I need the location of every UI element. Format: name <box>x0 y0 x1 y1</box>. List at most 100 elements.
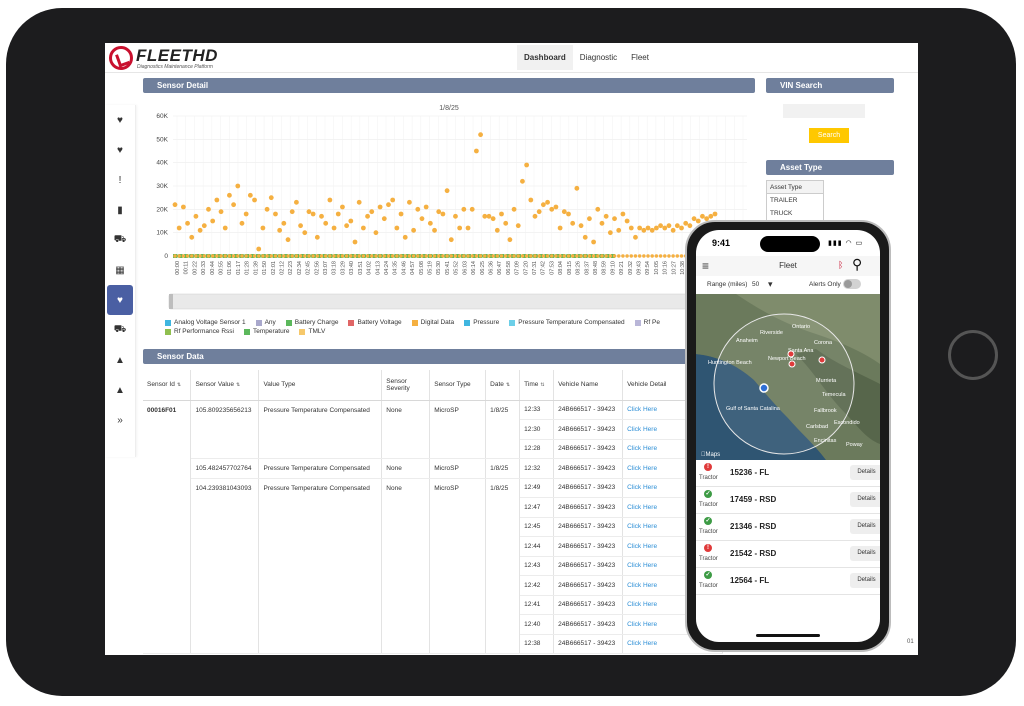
digital-data-point <box>436 209 442 215</box>
scrollbar-left-handle[interactable] <box>169 294 173 309</box>
vehicle-row[interactable]: ! Tractor 21542 - RSD Details <box>696 541 880 568</box>
range-circle <box>713 313 855 455</box>
digital-data-point <box>373 230 379 236</box>
digital-data-zero-point <box>587 254 592 258</box>
vehicle-row[interactable]: ✓ Tractor 17459 - RSD Details <box>696 487 880 514</box>
column-header[interactable]: Time ⇅ <box>519 370 555 401</box>
legend-item[interactable]: Temperature <box>243 328 290 335</box>
current-location-marker[interactable] <box>759 383 769 393</box>
column-header[interactable]: Sensor Id ⇅ <box>143 370 192 401</box>
digital-data-zero-point <box>642 254 646 258</box>
vin-search-input[interactable] <box>783 104 865 118</box>
sidebar-item-10[interactable]: ▲ <box>105 375 135 405</box>
asset-type-header: Asset Type <box>766 160 894 175</box>
search-button[interactable]: Search <box>809 128 849 143</box>
vehicle-alert-marker[interactable] <box>818 356 826 364</box>
digital-data-zero-point <box>190 254 194 258</box>
sidebar-item-4[interactable]: ▮ <box>105 195 135 225</box>
sidebar-item-5[interactable]: ⛟ <box>105 225 135 255</box>
bluetooth-icon[interactable]: ᛒ <box>838 260 843 270</box>
digital-data-zero-point <box>625 254 629 258</box>
tab-dashboard[interactable]: Dashboard <box>517 45 573 70</box>
fleet-map[interactable]: Riverside Santa Ana Anaheim Ontario Corona Mu… <box>696 294 880 460</box>
sort-filter-icon[interactable]: ⇅ <box>177 382 181 388</box>
digital-data-zero-point <box>637 254 642 258</box>
status-icons: ▮▮▮ ◠ ▭ <box>828 239 863 247</box>
details-button[interactable]: Details <box>850 519 880 534</box>
tablet-home-button[interactable] <box>948 330 998 380</box>
x-tick-label: 06:36 <box>488 261 494 275</box>
details-button[interactable]: Details <box>850 546 880 561</box>
sidebar-item-9[interactable]: ▲ <box>105 345 135 375</box>
vehicle-row[interactable]: ! Tractor 15236 - FL Details <box>696 460 880 487</box>
digital-data-point <box>486 213 492 219</box>
column-header[interactable]: Vehicle Name <box>553 370 624 401</box>
x-tick-label: 06:25 <box>480 261 486 275</box>
vehicle-alert-marker[interactable] <box>787 350 795 358</box>
legend-label: Battery Voltage <box>357 319 402 326</box>
legend-item[interactable]: Any <box>255 319 276 326</box>
digital-data-zero-point <box>407 254 412 258</box>
caret-down-icon[interactable]: ▾ <box>768 279 773 290</box>
column-header[interactable]: Sensor Type <box>429 370 487 401</box>
vehicle-alert-marker[interactable] <box>788 360 796 368</box>
vehicle-row[interactable]: ✓ Tractor 12564 - FL Details <box>696 568 880 595</box>
dynamic-island <box>760 236 820 252</box>
details-button[interactable]: Details <box>850 465 880 480</box>
time-cell: 12:30 <box>519 419 555 440</box>
column-header[interactable]: Date ⇅ <box>485 370 521 401</box>
brand-tagline: Diagnostics Maintenance Platform <box>137 64 213 70</box>
digital-data-zero-point <box>277 254 282 258</box>
digital-data-zero-point <box>516 254 520 258</box>
x-tick-label: 03:07 <box>323 261 329 275</box>
digital-data-zero-point <box>311 254 315 258</box>
vehicle-name-cell: 24B666517 - 39423 <box>553 614 624 635</box>
details-button[interactable]: Details <box>850 573 880 588</box>
legend-item[interactable]: Pressure Temperature Compensated <box>509 319 625 326</box>
sidebar-item-1[interactable]: ♥ <box>105 105 135 135</box>
sidebar-item-7[interactable]: ♥ <box>107 285 133 315</box>
sort-filter-icon[interactable]: ⇅ <box>236 382 240 388</box>
legend-item[interactable]: TMLV <box>299 328 325 335</box>
range-value[interactable]: 50 <box>752 281 759 288</box>
vehicle-row[interactable]: ✓ Tractor 21346 - RSD Details <box>696 514 880 541</box>
sidebar-item-2[interactable]: ♥ <box>105 135 135 165</box>
y-tick-label: 20K <box>156 206 168 213</box>
sidebar-item-3[interactable]: ! <box>105 165 135 195</box>
digital-data-point <box>457 225 463 231</box>
vehicle-type: Tractor <box>699 475 718 481</box>
chart-range-scrollbar[interactable] <box>168 293 748 310</box>
legend-item[interactable]: Pressure <box>464 319 499 326</box>
legend-item[interactable]: Rf Performance Rssi <box>165 328 234 335</box>
sort-filter-icon[interactable]: ⇅ <box>540 382 544 388</box>
search-icon[interactable]: ⚲ <box>852 256 862 273</box>
alerts-only-toggle[interactable] <box>843 279 861 289</box>
tab-fleet[interactable]: Fleet <box>624 45 656 70</box>
sidebar-item-11[interactable]: » <box>105 405 135 435</box>
legend-label: Temperature <box>252 328 290 335</box>
legend-item[interactable]: Digital Data <box>411 319 454 326</box>
legend-item[interactable]: Battery Voltage <box>348 319 402 326</box>
legend-item[interactable]: Rf Pe <box>634 319 660 326</box>
asset-option-trailer[interactable]: TRAILER <box>767 194 823 207</box>
sidebar-item-8[interactable]: ⛟ <box>105 315 135 345</box>
digital-data-point <box>536 209 542 215</box>
digital-data-point <box>628 225 634 231</box>
tab-diagnostic[interactable]: Diagnostic <box>573 45 624 70</box>
digital-data-zero-point <box>361 254 366 258</box>
digital-data-point <box>490 216 496 222</box>
column-header[interactable]: Value Type <box>258 370 383 401</box>
sort-filter-icon[interactable]: ⇅ <box>506 382 510 388</box>
digital-data-point <box>243 211 249 217</box>
asset-option-truck[interactable]: TRUCK <box>767 207 823 220</box>
digital-data-zero-point <box>411 254 416 258</box>
details-button[interactable]: Details <box>850 492 880 507</box>
legend-item[interactable]: Analog Voltage Sensor 1 <box>165 319 246 326</box>
digital-data-point <box>599 220 605 226</box>
column-header[interactable]: Sensor Severity <box>381 370 431 401</box>
x-tick-label: 06:47 <box>497 261 503 275</box>
sidebar-item-6[interactable]: ▦ <box>105 255 135 285</box>
legend-item[interactable]: Battery Charge <box>285 319 338 326</box>
column-header[interactable]: Sensor Value ⇅ <box>190 370 260 401</box>
digital-data-zero-point <box>558 254 562 258</box>
